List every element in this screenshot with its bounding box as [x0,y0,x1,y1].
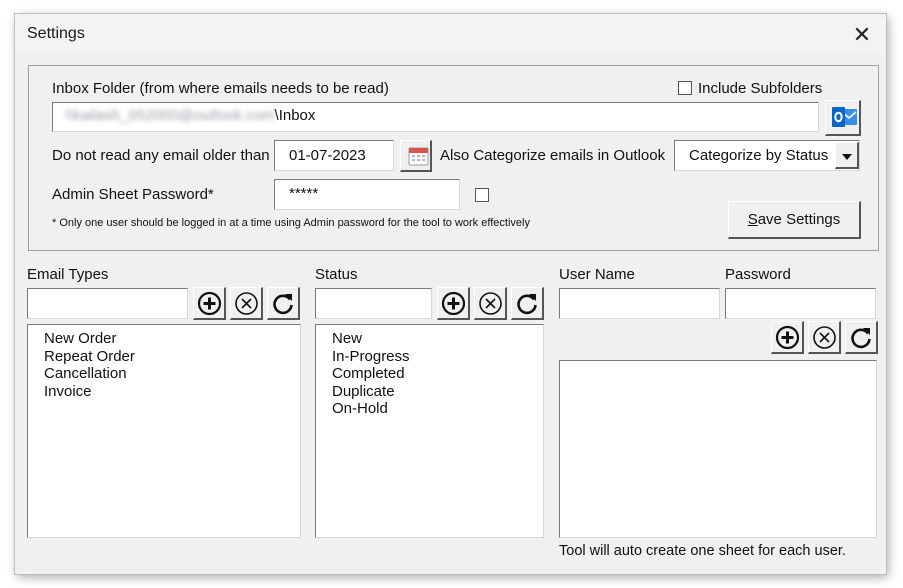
password-label: Password [725,266,791,283]
list-item[interactable]: Invoice [44,383,300,401]
chevron-down-icon [841,154,852,160]
status-list[interactable]: New In-Progress Completed Duplicate On-H… [315,324,544,538]
email-type-input[interactable] [27,288,188,319]
add-circle-icon [775,325,799,349]
outlook-icon [831,107,857,127]
refresh-users-button[interactable] [845,321,878,354]
list-item[interactable]: On-Hold [332,400,543,418]
close-icon: ✕ [852,22,872,47]
list-item[interactable]: In-Progress [332,348,543,366]
include-subfolders-checkbox[interactable] [678,81,692,95]
status-input[interactable] [315,288,432,319]
categorize-select[interactable]: Categorize by Status [674,140,860,171]
categorize-label: Also Categorize emails in Outlook [440,147,666,164]
user-name-label: User Name [559,266,635,283]
date-filter-value: 01-07-2023 [289,147,366,164]
list-item[interactable]: Duplicate [332,383,543,401]
email-types-list[interactable]: New Order Repeat Order Cancellation Invo… [27,324,301,538]
admin-password-label: Admin Sheet Password* [52,186,214,203]
remove-circle-icon [234,291,258,315]
refresh-status-button[interactable] [511,287,544,320]
remove-circle-icon [812,325,836,349]
user-password-input[interactable] [725,288,876,319]
remove-circle-icon [478,291,502,315]
admin-password-value: ***** [289,185,319,202]
calendar-button[interactable] [400,140,432,172]
refresh-icon [850,327,871,348]
inbox-path-input[interactable]: \\kailash_052000@outlook.com\Inbox [52,102,819,132]
email-types-label: Email Types [27,266,109,283]
window-title: Settings [27,25,85,42]
list-item[interactable]: New [332,330,543,348]
add-circle-icon [197,291,221,315]
refresh-icon [272,293,293,314]
remove-email-type-button[interactable] [230,287,263,320]
categorize-selected-value: Categorize by Status [689,147,829,164]
save-settings-accesskey: S [747,211,758,228]
show-password-checkbox[interactable] [475,188,489,202]
date-filter-input[interactable]: 01-07-2023 [274,140,394,171]
include-subfolders-label: Include Subfolders [698,80,823,97]
list-item[interactable]: New Order [44,330,300,348]
add-circle-icon [441,291,465,315]
add-email-type-button[interactable] [193,287,226,320]
categorize-dropdown-button[interactable] [835,142,859,169]
admin-password-note: * Only one user should be logged in at a… [52,217,530,229]
admin-password-input[interactable]: ***** [274,179,460,210]
list-item[interactable]: Cancellation [44,365,300,383]
status-label: Status [315,266,358,283]
list-item[interactable]: Completed [332,365,543,383]
date-filter-label: Do not read any email older than [52,147,270,164]
outlook-folder-button[interactable] [825,100,861,136]
settings-dialog: Settings ✕ Inbox Folder (from where emai… [15,14,886,574]
add-user-button[interactable] [771,321,804,354]
user-name-input[interactable] [559,288,720,319]
calendar-icon [408,147,428,166]
close-button[interactable]: ✕ [844,20,880,50]
title-bar: Settings ✕ [15,14,886,54]
inbox-path-account: \\kailash_052000@outlook.com [65,107,275,124]
remove-status-button[interactable] [474,287,507,320]
inbox-path-folder: \Inbox [274,107,316,124]
refresh-icon [516,293,537,314]
refresh-email-types-button[interactable] [267,287,300,320]
remove-user-button[interactable] [808,321,841,354]
save-settings-button[interactable]: Save Settings [728,201,861,239]
users-list[interactable] [559,360,877,538]
inbox-folder-label: Inbox Folder (from where emails needs to… [52,80,389,97]
add-status-button[interactable] [437,287,470,320]
users-note: Tool will auto create one sheet for each… [559,543,846,559]
list-item[interactable]: Repeat Order [44,348,300,366]
